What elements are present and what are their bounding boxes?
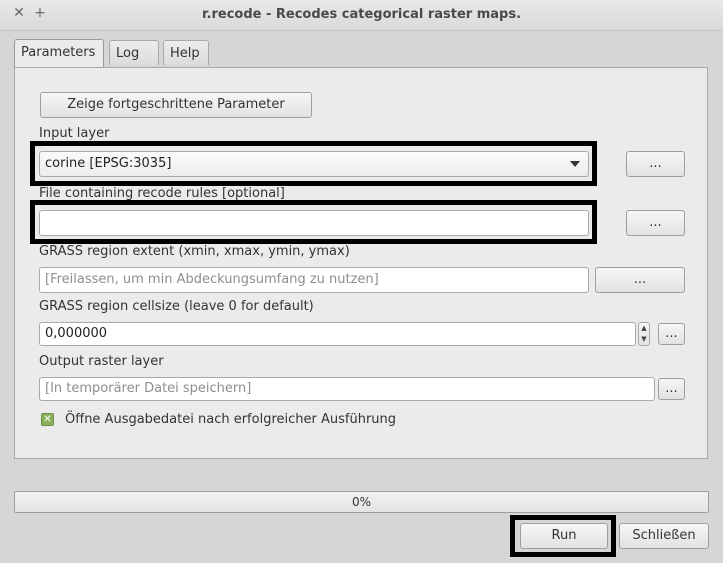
region-extent-label: GRASS region extent (xmin, xmax, ymin, y… [39,244,350,259]
cellsize-label: GRASS region cellsize (leave 0 for defau… [39,299,314,314]
progress-text: 0% [351,495,372,509]
output-layer-input[interactable]: [In temporärer Datei speichern] [39,377,655,401]
input-layer-select[interactable]: corine [EPSG:3035] [39,151,589,177]
show-advanced-button[interactable]: Zeige fortgeschrittene Parameter [40,92,312,118]
spin-up-icon[interactable]: ▲ [639,323,649,334]
output-layer-browse-button[interactable]: ... [658,378,685,400]
region-extent-browse-button[interactable]: ... [595,267,685,293]
tab-log[interactable]: Log [109,40,159,65]
input-layer-label: Input layer [39,126,110,141]
cellsize-browse-button[interactable]: ... [658,323,685,345]
rules-file-label: File containing recode rules [optional] [39,186,285,201]
open-output-label: Öffne Ausgabedatei nach erfolgreicher Au… [65,412,397,427]
run-button[interactable]: Run [520,523,608,549]
input-layer-browse-button[interactable]: ... [626,151,685,177]
tab-parameters[interactable]: Parameters [14,39,104,67]
parameters-panel: Zeige fortgeschrittene Parameter Input l… [14,67,708,459]
chevron-down-icon [570,161,580,167]
output-layer-label: Output raster layer [39,354,164,369]
open-output-checkbox[interactable]: ✕ [41,413,54,426]
rules-file-browse-button[interactable]: ... [626,210,685,236]
close-button[interactable]: Schließen [619,523,709,549]
region-extent-input[interactable]: [Freilassen, um min Abdeckungsumfang zu … [39,267,589,293]
input-layer-value: corine [EPSG:3035] [45,156,172,171]
rules-file-input[interactable] [39,210,589,236]
cellsize-spinner[interactable]: ▲ ▼ [638,322,650,346]
title-bar: ✕ + r.recode - Recodes categorical raste… [0,0,723,31]
tab-help[interactable]: Help [163,40,209,65]
progress-bar: 0% [14,491,709,513]
cellsize-input[interactable]: 0,000000 [39,322,636,346]
spin-down-icon[interactable]: ▼ [639,334,649,345]
window-title: r.recode - Recodes categorical raster ma… [201,7,522,22]
